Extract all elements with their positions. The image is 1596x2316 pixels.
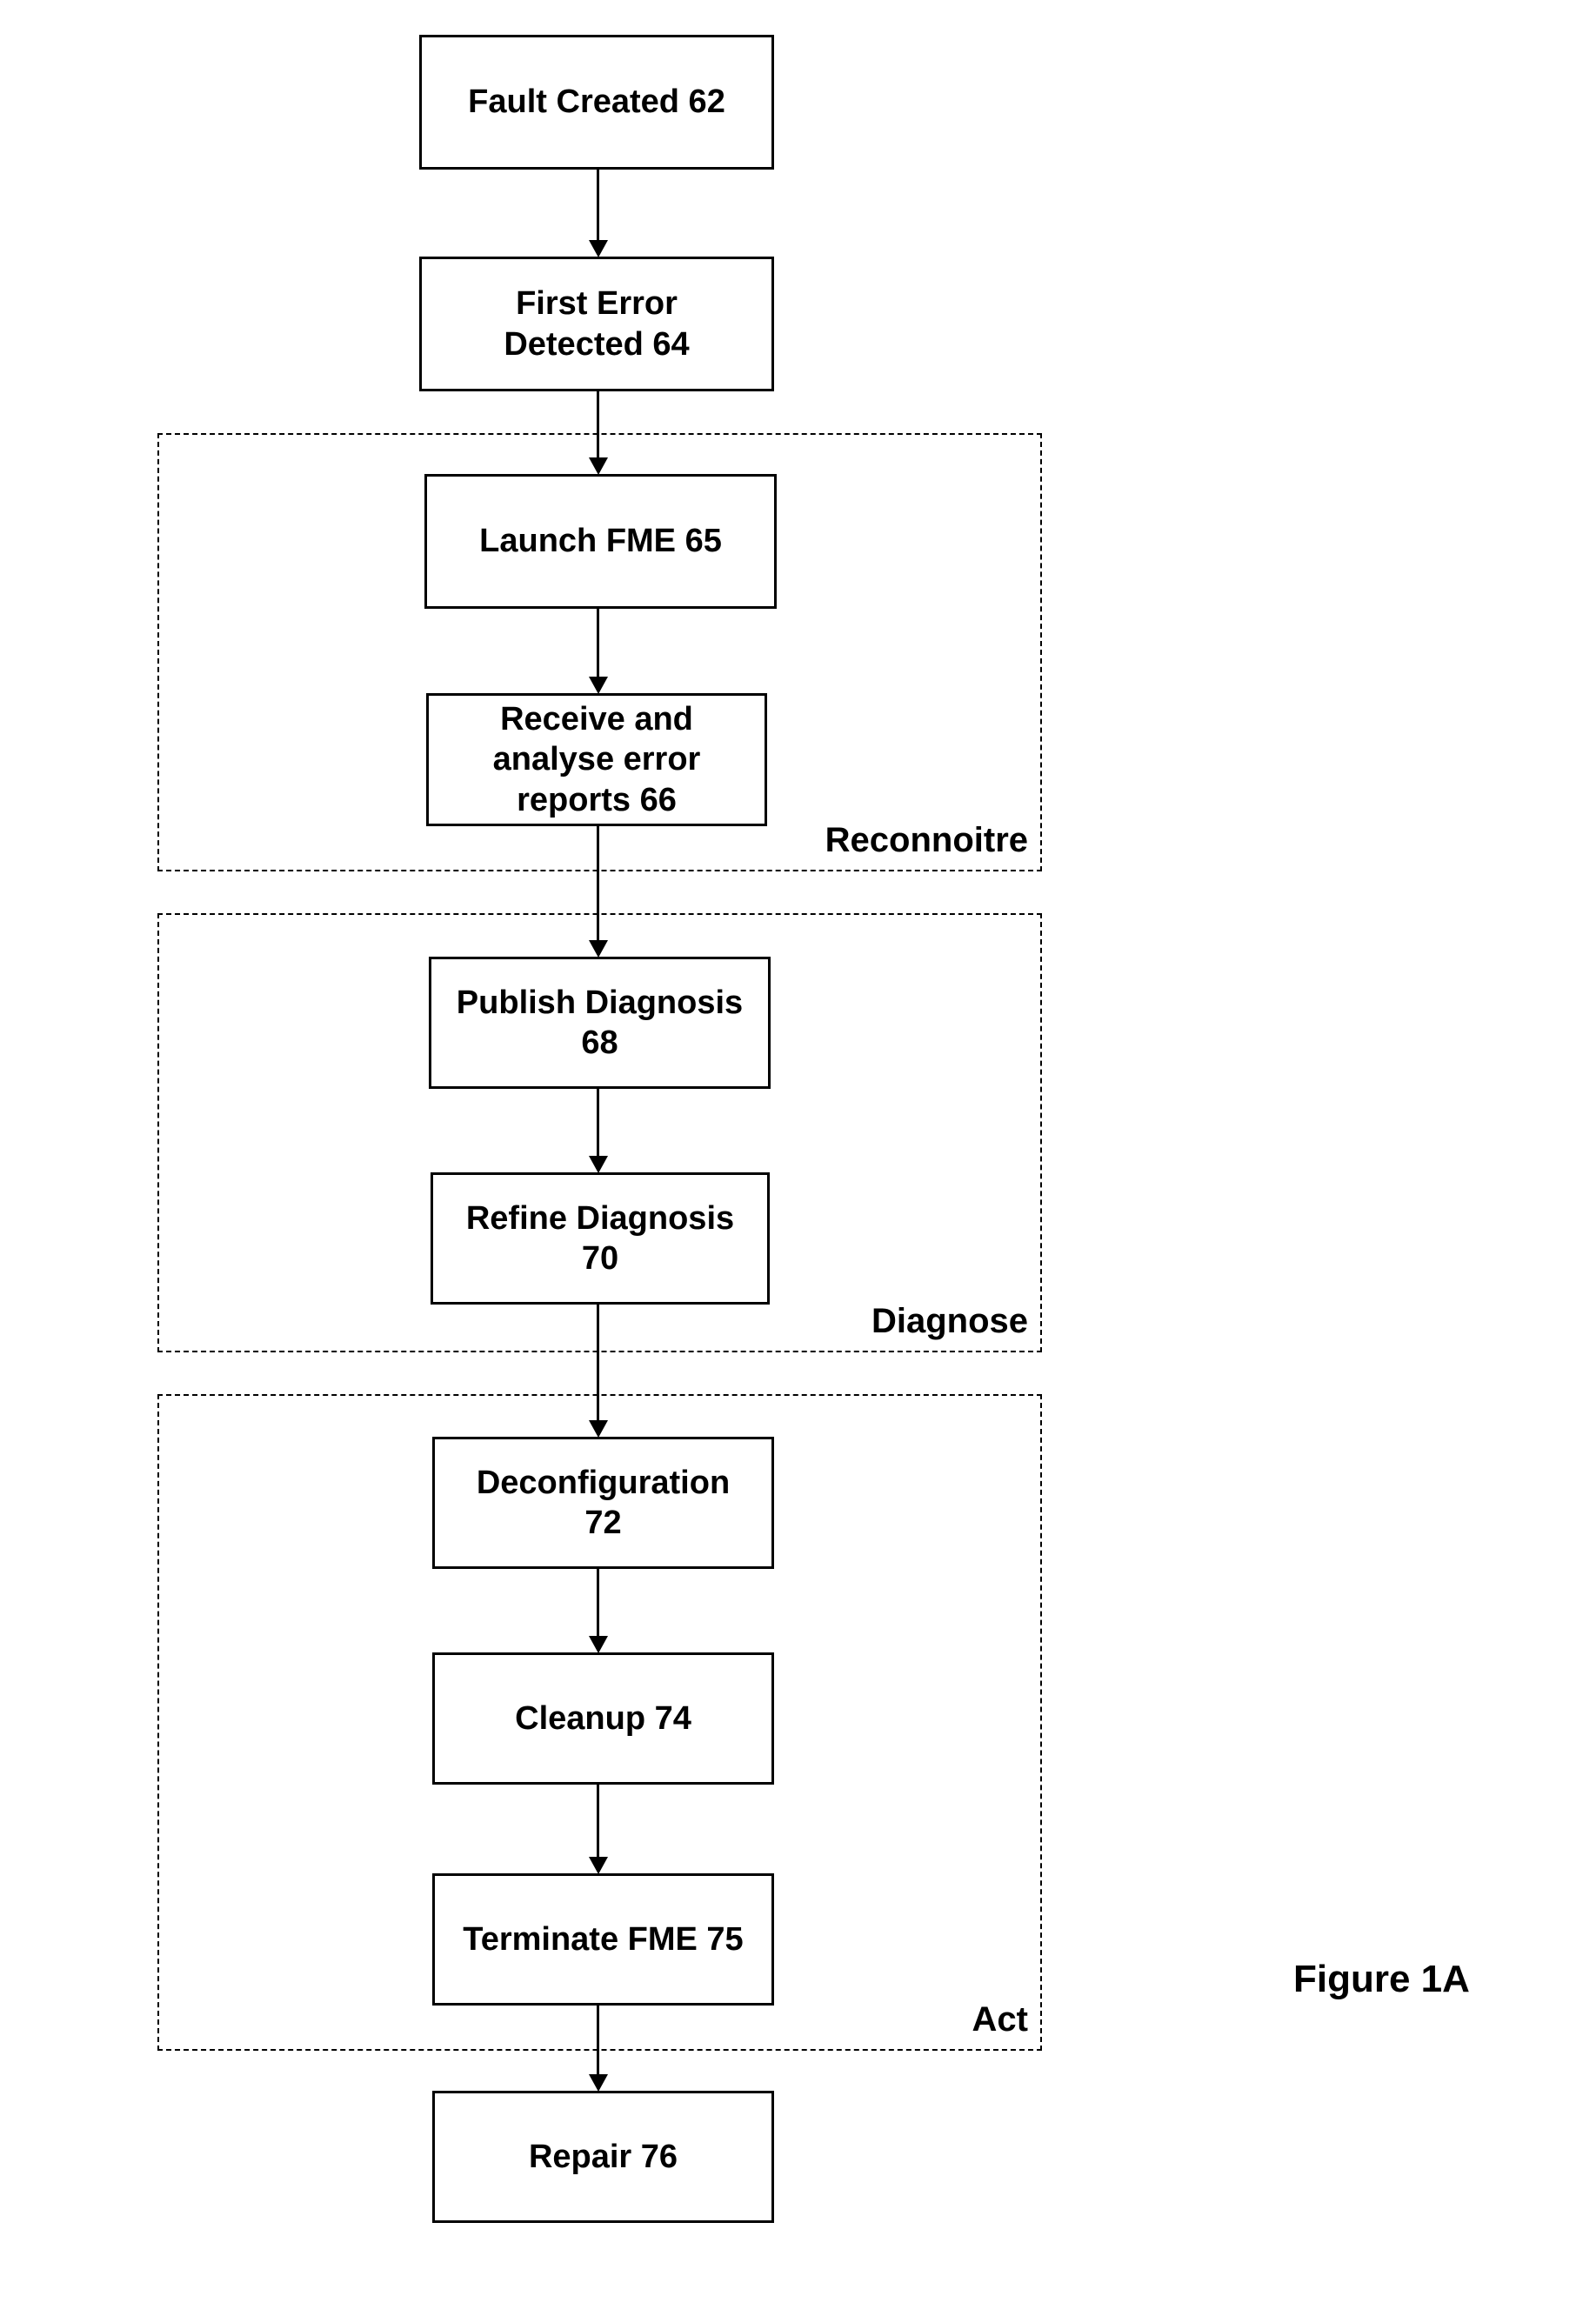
process-box-refine-diag: Refine Diagnosis 70 [431,1172,770,1305]
connector-publish-diag-to-refine-diag [597,1089,599,1158]
process-label-publish-diag: Publish Diagnosis 68 [456,984,744,1061]
arrowhead-icon-cleanup [589,1636,608,1653]
process-box-receive-analyse: Receive and analyse error reports 66 [426,693,767,826]
process-box-deconfiguration: Deconfiguration 72 [432,1437,774,1569]
connector-launch-fme-to-receive-analyse [597,609,599,679]
process-label-refine-diag: Refine Diagnosis 70 [465,1199,735,1277]
group-label-diagnose: Diagnose [871,1302,1028,1340]
process-box-terminate-fme: Terminate FME 75 [432,1873,774,2006]
connector-cleanup-to-terminate-fme [597,1785,599,1859]
process-label-cleanup: Cleanup 74 [515,1699,691,1737]
connector-first-error-to-launch-fme [597,391,599,460]
arrowhead-icon-terminate-fme [589,1857,608,1874]
arrowhead-icon-first-error [589,240,608,257]
process-label-first-error: First Error Detected 64 [504,285,690,363]
arrowhead-icon-launch-fme [589,457,608,475]
process-label-launch-fme: Launch FME 65 [479,523,722,560]
connector-refine-diag-to-deconfiguration [597,1305,599,1423]
process-label-repair: Repair 76 [528,2138,678,2175]
group-label-reconnoitre: Reconnoitre [825,821,1028,859]
connector-deconfiguration-to-cleanup [597,1569,599,1639]
process-box-fault-created: Fault Created 62 [419,35,774,170]
process-box-publish-diag: Publish Diagnosis 68 [429,957,771,1089]
arrowhead-icon-repair [589,2074,608,2092]
process-label-receive-analyse: Receive and analyse error reports 66 [492,700,701,818]
connector-fault-created-to-first-error [597,170,599,243]
arrowhead-icon-refine-diag [589,1156,608,1173]
process-box-cleanup: Cleanup 74 [432,1652,774,1785]
arrowhead-icon-receive-analyse [589,677,608,694]
arrowhead-icon-publish-diag [589,940,608,958]
process-box-launch-fme: Launch FME 65 [424,474,777,609]
connector-terminate-fme-to-repair [597,2006,599,2077]
process-label-terminate-fme: Terminate FME 75 [463,1920,744,1958]
group-label-act: Act [972,2000,1028,2039]
process-box-repair: Repair 76 [432,2091,774,2223]
figure-page: Reconnoitre Diagnose Act Fault Created 62 F… [0,0,1596,2316]
connector-receive-analyse-to-publish-diag [597,826,599,943]
process-label-deconfiguration: Deconfiguration 72 [476,1464,731,1541]
figure-caption: Figure 1A [1293,1958,1470,2000]
process-box-first-error: First Error Detected 64 [419,257,774,391]
arrowhead-icon-deconfiguration [589,1420,608,1438]
process-label-fault-created: Fault Created 62 [468,83,725,121]
